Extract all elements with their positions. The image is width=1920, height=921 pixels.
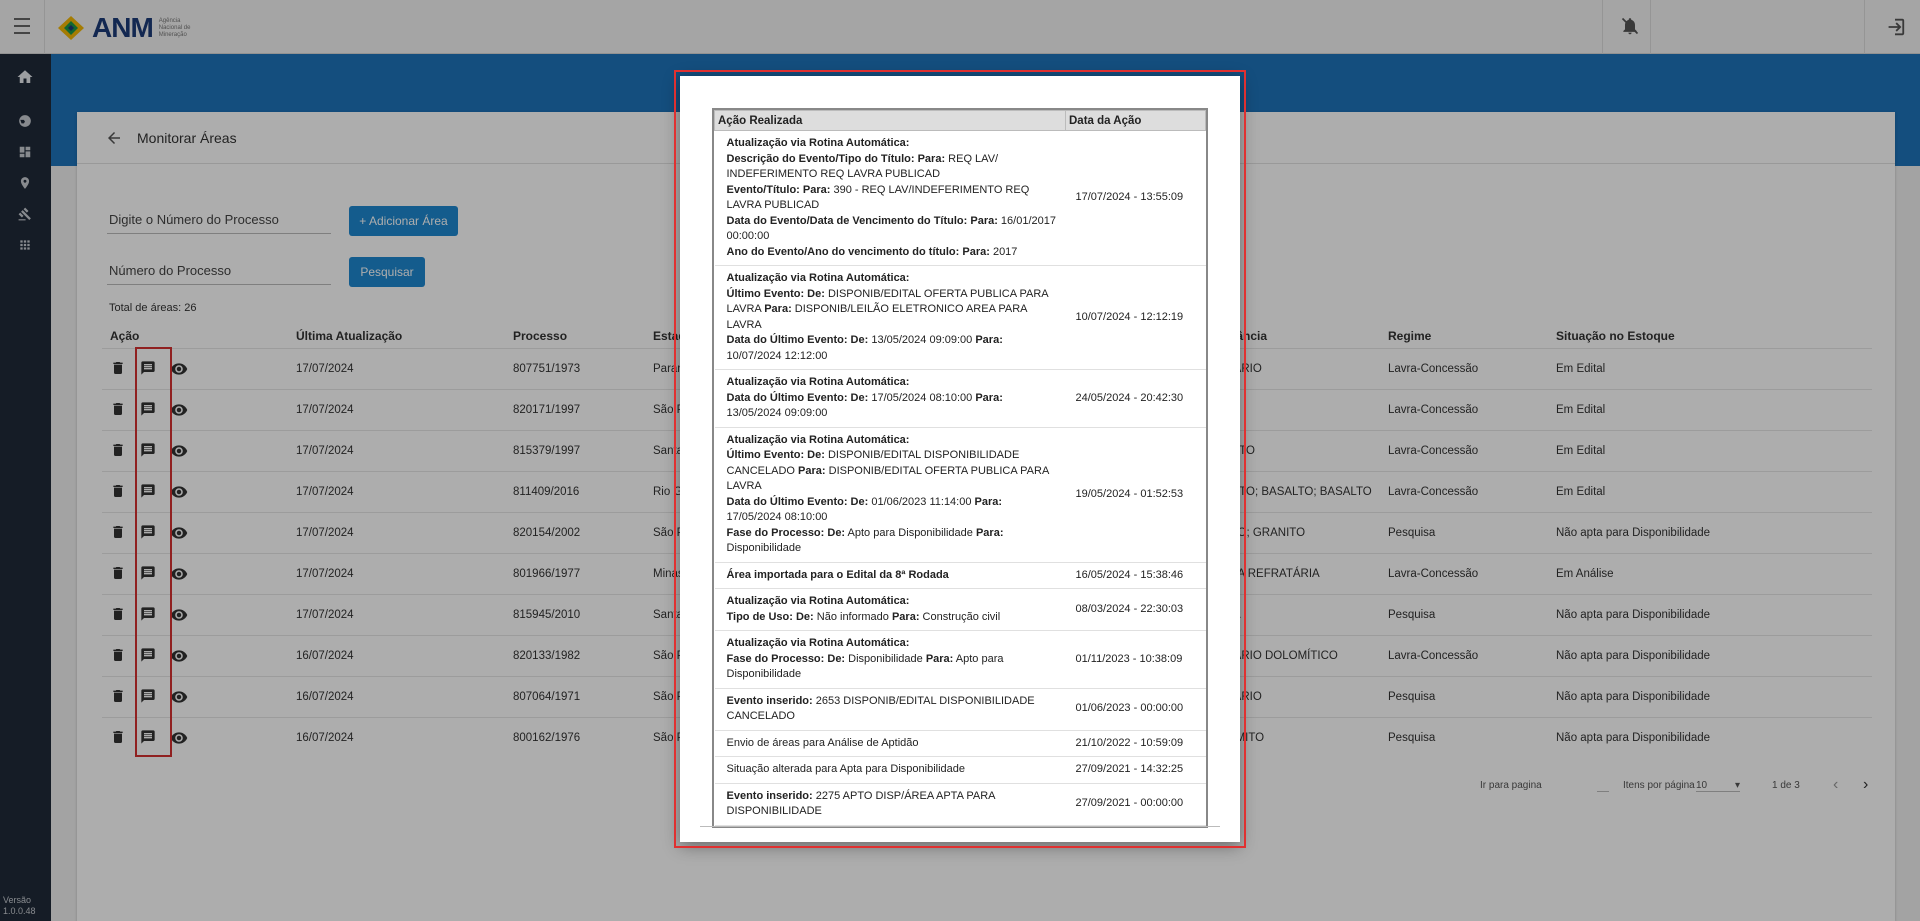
history-action: Atualização via Rotina Automática: Último… — [714, 265, 1066, 370]
history-action: Atualização via Rotina Automática: Descri… — [714, 130, 1066, 266]
history-action: Atualização via Rotina Automática: Data d… — [714, 369, 1066, 428]
history-row: Atualização via Rotina Automática: Fase d… — [714, 630, 1206, 689]
history-date: 21/10/2022 - 10:59:09 — [1065, 730, 1206, 757]
history-date: 10/07/2024 - 12:12:19 — [1065, 265, 1206, 370]
history-col-date: Data da Ação — [1065, 110, 1206, 131]
history-date: 17/07/2024 - 13:55:09 — [1065, 130, 1206, 266]
history-col-action: Ação Realizada — [714, 110, 1066, 131]
history-date: 24/05/2024 - 20:42:30 — [1065, 369, 1206, 428]
history-row: Atualização via Rotina Automática: Tipo d… — [714, 588, 1206, 631]
history-row: Envio de áreas para Análise de Aptidão 21… — [714, 730, 1206, 757]
history-action: Situação alterada para Apta para Disponi… — [714, 756, 1066, 784]
history-action: Envio de áreas para Análise de Aptidão — [714, 730, 1066, 757]
history-row: Atualização via Rotina Automática: Descri… — [714, 130, 1206, 266]
history-row: Evento inserido: 2275 APTO DISP/ÁREA APT… — [714, 783, 1206, 826]
history-action: Evento inserido: 2275 APTO DISP/ÁREA APT… — [714, 783, 1066, 826]
history-action: Atualização via Rotina Automática: Tipo d… — [714, 588, 1066, 631]
history-table-wrap: Ação Realizada Data da Ação Atualização … — [712, 108, 1208, 828]
history-date: 01/11/2023 - 10:38:09 — [1065, 630, 1206, 689]
history-date: 16/05/2024 - 15:38:46 — [1065, 562, 1206, 589]
history-date: 19/05/2024 - 01:52:53 — [1065, 427, 1206, 563]
history-table: Ação Realizada Data da Ação Atualização … — [714, 110, 1206, 826]
history-date: 27/09/2021 - 14:32:25 — [1065, 756, 1206, 784]
history-action: Atualização via Rotina Automática: Fase d… — [714, 630, 1066, 689]
history-date: 01/06/2023 - 00:00:00 — [1065, 688, 1206, 731]
history-row: Atualização via Rotina Automática: Último… — [714, 265, 1206, 370]
history-row: Área importada para o Edital da 8ª Rodad… — [714, 562, 1206, 589]
history-row: Situação alterada para Apta para Disponi… — [714, 756, 1206, 784]
history-row: Atualização via Rotina Automática: Último… — [714, 427, 1206, 563]
history-action: Evento inserido: 2653 DISPONIB/EDITAL DI… — [714, 688, 1066, 731]
history-header-row: Ação Realizada Data da Ação — [714, 110, 1206, 131]
history-dialog: Ação Realizada Data da Ação Atualização … — [680, 76, 1240, 842]
history-date: 08/03/2024 - 22:30:03 — [1065, 588, 1206, 631]
history-date: 27/09/2021 - 00:00:00 — [1065, 783, 1206, 826]
history-action: Área importada para o Edital da 8ª Rodad… — [714, 562, 1066, 589]
dialog-divider — [700, 826, 1220, 827]
history-row: Atualização via Rotina Automática: Data d… — [714, 369, 1206, 428]
history-row: Evento inserido: 2653 DISPONIB/EDITAL DI… — [714, 688, 1206, 731]
history-action: Atualização via Rotina Automática: Último… — [714, 427, 1066, 563]
